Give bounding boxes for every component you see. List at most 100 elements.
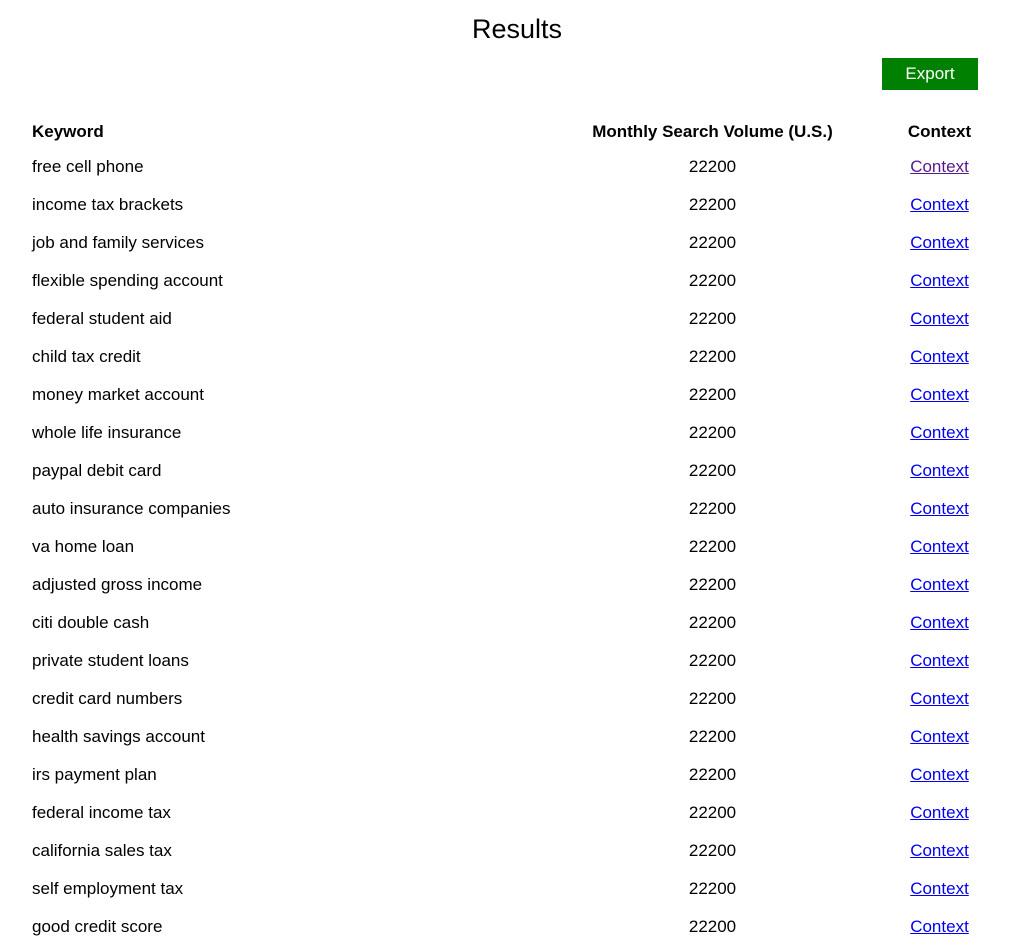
context-link[interactable]: Context (910, 917, 969, 936)
context-link[interactable]: Context (910, 499, 969, 518)
cell-context: Context (845, 642, 1034, 680)
cell-keyword: adjusted gross income (0, 566, 580, 604)
cell-context: Context (845, 528, 1034, 566)
context-link[interactable]: Context (910, 423, 969, 442)
table-row: job and family services22200Context (0, 224, 1034, 262)
cell-context: Context (845, 376, 1034, 414)
cell-search-volume: 22200 (580, 300, 845, 338)
context-link[interactable]: Context (910, 233, 969, 252)
cell-context: Context (845, 300, 1034, 338)
cell-context: Context (845, 338, 1034, 376)
context-link[interactable]: Context (910, 575, 969, 594)
context-link[interactable]: Context (910, 613, 969, 632)
results-table: Keyword Monthly Search Volume (U.S.) Con… (0, 116, 1034, 946)
cell-context: Context (845, 566, 1034, 604)
cell-context: Context (845, 794, 1034, 832)
column-header-context: Context (845, 116, 1034, 148)
export-button[interactable]: Export (882, 58, 978, 90)
cell-keyword: paypal debit card (0, 452, 580, 490)
cell-search-volume: 22200 (580, 642, 845, 680)
cell-keyword: irs payment plan (0, 756, 580, 794)
cell-context: Context (845, 490, 1034, 528)
cell-keyword: federal student aid (0, 300, 580, 338)
cell-search-volume: 22200 (580, 794, 845, 832)
table-row: good credit score22200 Context (0, 908, 1034, 946)
context-link[interactable]: Context (910, 271, 969, 290)
cell-search-volume: 22200 (580, 376, 845, 414)
cell-keyword: credit card numbers (0, 680, 580, 718)
context-link[interactable]: Context (910, 727, 969, 746)
cell-search-volume: 22200 (580, 148, 845, 186)
cell-search-volume: 22200 (580, 224, 845, 262)
cell-search-volume: 22200 (580, 452, 845, 490)
table-row: money market account22200 Context (0, 376, 1034, 414)
table-row: credit card numbers22200 Context (0, 680, 1034, 718)
column-header-volume: Monthly Search Volume (U.S.) (580, 116, 845, 148)
cell-search-volume: 22200 (580, 262, 845, 300)
page-title: Results (0, 12, 1034, 46)
context-link[interactable]: Context (910, 157, 969, 176)
cell-search-volume: 22200 (580, 908, 845, 946)
cell-keyword: free cell phone (0, 148, 580, 186)
cell-keyword: whole life insurance (0, 414, 580, 452)
table-row: flexible spending account22200 Context (0, 262, 1034, 300)
cell-context: Context (845, 452, 1034, 490)
context-link[interactable]: Context (910, 803, 969, 822)
table-row: private student loans22200 Context (0, 642, 1034, 680)
cell-search-volume: 22200 (580, 566, 845, 604)
toolbar: Export (0, 58, 1034, 90)
cell-search-volume: 22200 (580, 680, 845, 718)
cell-context: Context (845, 680, 1034, 718)
table-row: health savings account22200Context (0, 718, 1034, 756)
cell-keyword: self employment tax (0, 870, 580, 908)
cell-keyword: money market account (0, 376, 580, 414)
cell-keyword: va home loan (0, 528, 580, 566)
cell-context: Context (845, 148, 1034, 186)
cell-search-volume: 22200 (580, 186, 845, 224)
cell-context: Context (845, 870, 1034, 908)
table-row: irs payment plan22200 Context (0, 756, 1034, 794)
table-header: Keyword Monthly Search Volume (U.S.) Con… (0, 116, 1034, 148)
table-row: federal student aid22200 Context (0, 300, 1034, 338)
context-link[interactable]: Context (910, 385, 969, 404)
table-header-row: Keyword Monthly Search Volume (U.S.) Con… (0, 116, 1034, 148)
table-row: whole life insurance22200 Context (0, 414, 1034, 452)
context-link[interactable]: Context (910, 537, 969, 556)
cell-keyword: good credit score (0, 908, 580, 946)
cell-context: Context (845, 224, 1034, 262)
context-link[interactable]: Context (910, 651, 969, 670)
cell-context: Context (845, 832, 1034, 870)
cell-keyword: federal income tax (0, 794, 580, 832)
context-link[interactable]: Context (910, 879, 969, 898)
table-row: federal income tax22200 Context (0, 794, 1034, 832)
cell-keyword: income tax brackets (0, 186, 580, 224)
cell-search-volume: 22200 (580, 414, 845, 452)
context-link[interactable]: Context (910, 309, 969, 328)
table-row: adjusted gross income22200 Context (0, 566, 1034, 604)
table-row: citi double cash22200Context (0, 604, 1034, 642)
cell-keyword: flexible spending account (0, 262, 580, 300)
table-row: income tax brackets22200 Context (0, 186, 1034, 224)
cell-keyword: health savings account (0, 718, 580, 756)
cell-context: Context (845, 414, 1034, 452)
cell-search-volume: 22200 (580, 870, 845, 908)
table-body: free cell phone22200Contextincome tax br… (0, 148, 1034, 946)
cell-search-volume: 22200 (580, 756, 845, 794)
context-link[interactable]: Context (910, 765, 969, 784)
cell-keyword: private student loans (0, 642, 580, 680)
context-link[interactable]: Context (910, 689, 969, 708)
cell-context: Context (845, 908, 1034, 946)
context-link[interactable]: Context (910, 347, 969, 366)
cell-search-volume: 22200 (580, 490, 845, 528)
cell-search-volume: 22200 (580, 832, 845, 870)
cell-keyword: california sales tax (0, 832, 580, 870)
cell-keyword: auto insurance companies (0, 490, 580, 528)
table-row: child tax credit22200Context (0, 338, 1034, 376)
context-link[interactable]: Context (910, 841, 969, 860)
context-link[interactable]: Context (910, 461, 969, 480)
context-link[interactable]: Context (910, 195, 969, 214)
cell-context: Context (845, 262, 1034, 300)
table-row: paypal debit card22200 Context (0, 452, 1034, 490)
cell-context: Context (845, 718, 1034, 756)
column-header-keyword: Keyword (0, 116, 580, 148)
